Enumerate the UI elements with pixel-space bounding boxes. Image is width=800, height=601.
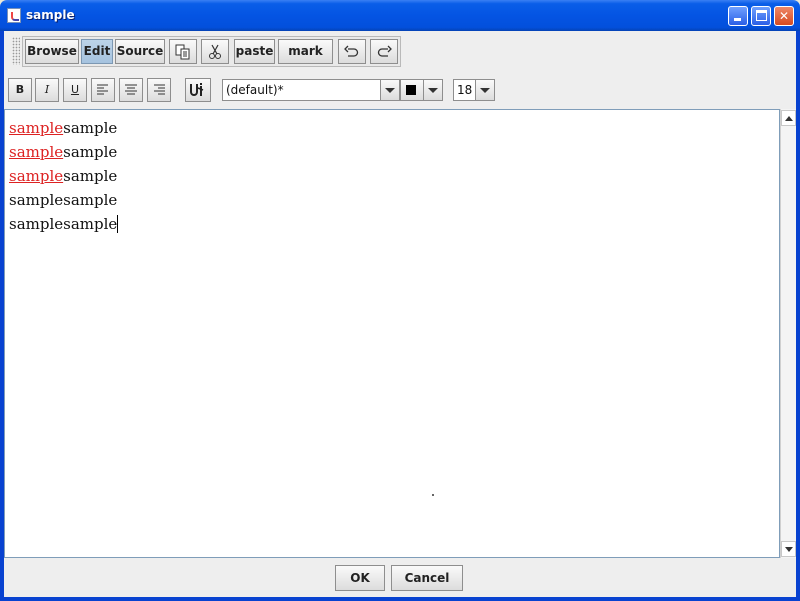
edit-button[interactable]: Edit bbox=[81, 39, 113, 64]
bold-button[interactable]: B bbox=[8, 78, 32, 102]
chevron-down-icon[interactable] bbox=[423, 80, 442, 100]
chevron-down-icon[interactable] bbox=[475, 80, 494, 100]
vertical-scrollbar[interactable] bbox=[780, 109, 796, 558]
copy-icon bbox=[175, 44, 190, 60]
maximize-button[interactable] bbox=[751, 6, 771, 26]
redo-icon bbox=[377, 45, 392, 57]
undo-icon bbox=[344, 45, 359, 57]
minimize-icon bbox=[734, 18, 741, 21]
font-size-value: 18 bbox=[457, 83, 473, 97]
align-center-icon bbox=[125, 84, 137, 95]
link-button[interactable] bbox=[185, 78, 211, 102]
app-window: sample ✕ Browse Edit Source paste mark B… bbox=[0, 0, 800, 601]
stray-dot bbox=[432, 494, 434, 496]
paste-button[interactable]: paste bbox=[234, 39, 275, 64]
link-icon bbox=[190, 83, 204, 96]
text-line: samplesample bbox=[9, 119, 117, 137]
line-text: sample bbox=[63, 119, 118, 137]
scroll-up-icon[interactable] bbox=[781, 110, 796, 126]
align-right-icon bbox=[154, 84, 165, 95]
maximize-icon bbox=[756, 10, 767, 21]
text-color-select[interactable] bbox=[400, 79, 443, 101]
cut-button[interactable] bbox=[201, 39, 229, 64]
close-icon: ✕ bbox=[778, 9, 790, 23]
scissors-icon bbox=[209, 44, 221, 59]
window-frame-right bbox=[796, 31, 800, 601]
redo-button[interactable] bbox=[370, 39, 398, 64]
align-left-icon bbox=[97, 84, 108, 95]
underline-button[interactable]: U bbox=[63, 78, 87, 102]
text-caret bbox=[117, 215, 119, 233]
editor-area[interactable]: samplesample samplesample samplesample s… bbox=[4, 109, 780, 558]
chevron-down-icon[interactable] bbox=[380, 80, 399, 100]
format-toolbar: B I U (default)* 18 bbox=[4, 71, 796, 109]
java-app-icon bbox=[7, 8, 21, 23]
line-text: sample bbox=[63, 167, 118, 185]
main-toolbar: Browse Edit Source paste mark up bbox=[4, 31, 796, 81]
cancel-button[interactable]: Cancel bbox=[391, 565, 463, 591]
color-swatch bbox=[406, 85, 416, 95]
line-text: samplesample bbox=[9, 215, 118, 233]
scroll-down-icon[interactable] bbox=[781, 541, 796, 557]
dialog-button-bar: OK Cancel bbox=[4, 558, 796, 597]
italic-button[interactable]: I bbox=[35, 78, 59, 102]
font-family-value: (default)* bbox=[226, 83, 284, 97]
toolbar-grip[interactable] bbox=[12, 37, 20, 65]
close-button[interactable]: ✕ bbox=[774, 6, 794, 26]
line-text: samplesample bbox=[9, 191, 118, 209]
text-line: samplesample bbox=[9, 191, 117, 209]
markup-button[interactable]: mark up bbox=[278, 39, 333, 81]
text-line: samplesample bbox=[9, 143, 117, 161]
text-line: samplesample bbox=[9, 167, 117, 185]
undo-button[interactable] bbox=[338, 39, 366, 64]
align-center-button[interactable] bbox=[119, 78, 143, 102]
title-bar[interactable]: sample ✕ bbox=[0, 0, 800, 31]
text-line: samplesample bbox=[9, 215, 119, 233]
window-frame-bottom bbox=[0, 597, 800, 601]
align-left-button[interactable] bbox=[91, 78, 115, 102]
line-text: sample bbox=[63, 143, 118, 161]
font-family-select[interactable]: (default)* bbox=[222, 79, 400, 101]
link-text[interactable]: sample bbox=[9, 119, 63, 137]
link-text[interactable]: sample bbox=[9, 167, 63, 185]
font-size-select[interactable]: 18 bbox=[453, 79, 495, 101]
window-title: sample bbox=[26, 8, 75, 22]
source-button[interactable]: Source bbox=[115, 39, 165, 64]
link-text[interactable]: sample bbox=[9, 143, 63, 161]
align-right-button[interactable] bbox=[147, 78, 171, 102]
copy-button[interactable] bbox=[169, 39, 197, 64]
minimize-button[interactable] bbox=[728, 6, 748, 26]
browse-button[interactable]: Browse bbox=[25, 39, 79, 64]
ok-button[interactable]: OK bbox=[335, 565, 385, 591]
